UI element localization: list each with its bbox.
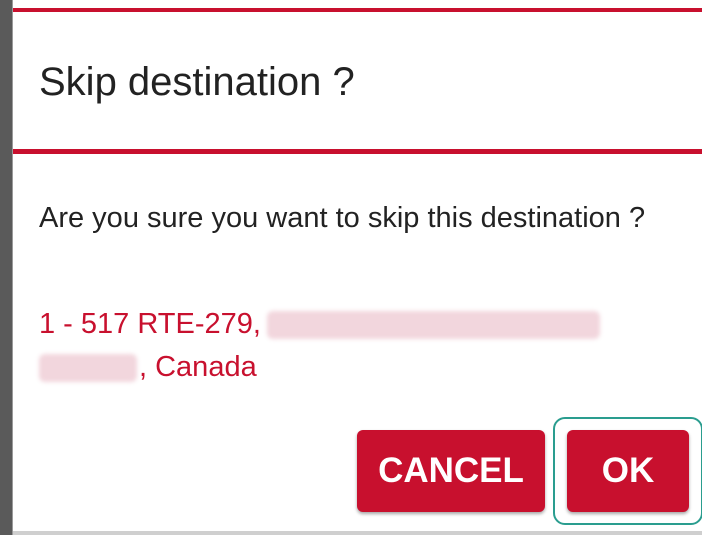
dialog-bottom-edge bbox=[13, 531, 702, 535]
cancel-button[interactable]: CANCEL bbox=[357, 430, 545, 512]
skip-destination-dialog: Skip destination ? Are you sure you want… bbox=[12, 0, 702, 535]
dialog-title-divider bbox=[13, 149, 702, 154]
dialog-message: Are you sure you want to skip this desti… bbox=[39, 202, 646, 234]
address-line-suffix: , Canada bbox=[139, 351, 257, 383]
dialog-title: Skip destination ? bbox=[39, 60, 355, 104]
redacted-postal-code bbox=[39, 354, 137, 383]
address-line-prefix: 1 - 517 RTE-279, bbox=[39, 308, 261, 340]
destination-address: 1 - 517 RTE-279, , Canada bbox=[39, 303, 679, 389]
screen: Skip destination ? Are you sure you want… bbox=[0, 0, 702, 535]
dialog-header: Skip destination ? bbox=[13, 12, 702, 149]
redacted-address-part bbox=[266, 311, 600, 340]
ok-button[interactable]: OK bbox=[567, 430, 689, 512]
